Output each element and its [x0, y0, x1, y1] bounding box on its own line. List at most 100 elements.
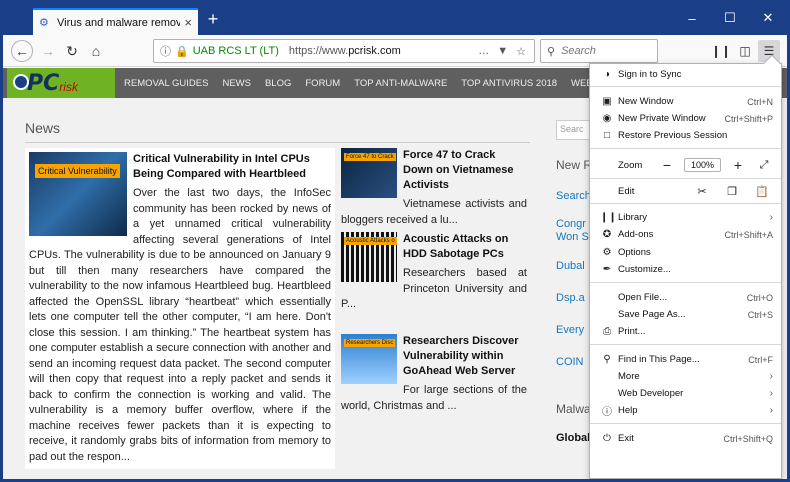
back-arrow-icon: ← [15, 43, 29, 59]
private-mask-icon: ◉ [602, 113, 612, 124]
menu-help[interactable]: ⓘ Help › [590, 402, 781, 419]
pocket-icon[interactable]: ▼ [497, 45, 508, 57]
tab-strip: ⚙ Virus and malware removal ins… × + – ☐… [3, 3, 787, 35]
sidebar-link-2[interactable]: Congr Won S [556, 218, 590, 244]
main-thumb-label: Critical Vulnerability [35, 164, 120, 178]
menu-library[interactable]: ❙❙ Library › [590, 209, 781, 226]
nav-news[interactable]: NEWS [222, 78, 251, 89]
favicon-icon: ⚙ [39, 16, 49, 29]
menu-zoom-row: Zoom − 100% + ⤢ [590, 155, 781, 175]
nav-removal-guides[interactable]: REMOVAL GUIDES [124, 78, 208, 89]
side-article-2-thumbnail[interactable]: Acoustic Attacks o [341, 232, 397, 282]
forward-arrow-icon: → [41, 43, 55, 59]
menu-separator [590, 178, 781, 179]
menu-addons-shortcut: Ctrl+Shift+A [724, 229, 773, 240]
library-button[interactable]: ❙❙ [710, 40, 732, 62]
url-bar[interactable]: ⓘ 🔒 UAB RCS LT (LT) https://www.pcrisk.c… [153, 39, 535, 63]
menu-restore-session[interactable]: □ Restore Previous Session [590, 127, 781, 144]
menu-customize[interactable]: ✒ Customize... [590, 261, 781, 278]
info-icon[interactable]: ⓘ [160, 43, 171, 59]
menu-separator [590, 148, 781, 149]
logo-globe-icon [13, 74, 29, 90]
zoom-out-button[interactable]: − [658, 157, 676, 173]
menu-addons[interactable]: ✪ Add-ons Ctrl+Shift+A [590, 226, 781, 243]
bookmark-star-icon[interactable]: ☆ [516, 45, 526, 58]
copy-icon[interactable]: ❐ [721, 185, 743, 198]
restore-session-icon: □ [603, 130, 611, 141]
menu-find-shortcut: Ctrl+F [748, 354, 773, 365]
menu-save-page-label: Save Page As... [618, 309, 686, 320]
certificate-org[interactable]: UAB RCS LT (LT) [193, 45, 279, 57]
nav-blog[interactable]: BLOG [265, 78, 291, 89]
menu-print[interactable]: ⎙ Print... [590, 323, 781, 340]
fullscreen-icon[interactable]: ⤢ [755, 159, 773, 172]
gear-icon: ⚙ [602, 247, 612, 258]
menu-new-private-window[interactable]: ◉ New Private Window Ctrl+Shift+P [590, 110, 781, 127]
reload-button[interactable]: ↻ [61, 40, 83, 62]
menu-exit[interactable]: ⏻ Exit Ctrl+Shift+Q [590, 430, 781, 447]
menu-zoom-label: Zoom [618, 159, 643, 171]
search-box[interactable]: ⚲ [540, 39, 658, 63]
back-button[interactable]: ← [11, 40, 33, 62]
main-article-thumbnail[interactable]: Critical Vulnerability [29, 152, 127, 236]
menu-web-developer[interactable]: Web Developer › [590, 385, 781, 402]
url-prefix: https://www. [288, 45, 349, 57]
sidebar-button[interactable]: ◫ [734, 40, 756, 62]
browser-window: ⚙ Virus and malware removal ins… × + – ☐… [3, 3, 787, 479]
zoom-in-button[interactable]: + [729, 157, 747, 173]
minimize-button[interactable]: – [673, 3, 711, 33]
menu-sign-in-sync[interactable]: ◑ Sign in to Sync [590, 66, 781, 83]
menu-new-window[interactable]: ▣ New Window Ctrl+N [590, 93, 781, 110]
logo-pc: PC [27, 70, 60, 96]
library-icon: ❙❙ [600, 212, 617, 223]
lock-icon[interactable]: 🔒 [175, 45, 189, 58]
home-button[interactable]: ⌂ [85, 40, 107, 62]
cut-icon[interactable]: ✂ [691, 185, 713, 198]
app-menu: ◑ Sign in to Sync ▣ New Window Ctrl+N ◉ … [589, 54, 782, 479]
paste-icon[interactable]: 📋 [751, 185, 773, 198]
menu-exit-shortcut: Ctrl+Shift+Q [723, 433, 773, 444]
page-actions-icon[interactable]: … [478, 45, 489, 57]
nav-top-antivirus[interactable]: TOP ANTIVIRUS 2018 [461, 78, 557, 89]
tab-close-icon[interactable]: × [184, 15, 192, 30]
menu-new-window-shortcut: Ctrl+N [747, 96, 773, 107]
menu-print-label: Print... [618, 326, 646, 337]
sync-icon: ◑ [603, 69, 611, 80]
menu-find-label: Find in This Page... [618, 354, 700, 365]
new-tab-button[interactable]: + [203, 10, 223, 30]
close-window-button[interactable]: ✕ [749, 3, 787, 33]
library-icon: ❙❙ [710, 44, 732, 58]
url-text[interactable]: https://www.pcrisk.com [289, 45, 478, 57]
menu-exit-label: Exit [618, 433, 634, 444]
menu-options[interactable]: ⚙ Options [590, 244, 781, 261]
menu-open-file[interactable]: Open File... Ctrl+O [590, 289, 781, 306]
menu-find[interactable]: ⚲ Find in This Page... Ctrl+F [590, 351, 781, 368]
menu-edit-label: Edit [618, 185, 635, 197]
side-article-3-thumbnail[interactable]: Researchers Disc [341, 334, 397, 384]
menu-more-label: More [618, 371, 640, 382]
search-input[interactable] [561, 45, 652, 57]
nav-forum[interactable]: FORUM [305, 78, 340, 89]
menu-new-window-label: New Window [618, 96, 674, 107]
news-heading: News [25, 120, 530, 143]
home-icon: ⌂ [91, 43, 101, 59]
find-magnifier-icon: ⚲ [603, 354, 611, 365]
menu-separator [590, 344, 781, 345]
menu-sync-label: Sign in to Sync [618, 69, 682, 80]
power-icon: ⏻ [603, 433, 611, 444]
site-logo[interactable]: PC risk [7, 68, 115, 98]
menu-save-page[interactable]: Save Page As... Ctrl+S [590, 306, 781, 323]
menu-open-file-label: Open File... [618, 292, 668, 303]
logo-risk: risk [59, 80, 78, 94]
forward-button[interactable]: → [37, 40, 59, 62]
menu-library-label: Library [618, 212, 648, 223]
menu-web-dev-label: Web Developer [618, 388, 684, 399]
side-article-1-thumbnail[interactable]: Force 47 to Crack [341, 148, 397, 198]
zoom-reset-button[interactable]: 100% [683, 158, 721, 172]
menu-more[interactable]: More › [590, 368, 781, 385]
maximize-button[interactable]: ☐ [711, 3, 749, 33]
search-icon: ⚲ [547, 45, 556, 58]
nav-top-anti-malware[interactable]: TOP ANTI-MALWARE [354, 78, 447, 89]
menu-new-private-label: New Private Window [618, 113, 706, 124]
tab-active[interactable]: ⚙ Virus and malware removal ins… × [33, 8, 198, 35]
